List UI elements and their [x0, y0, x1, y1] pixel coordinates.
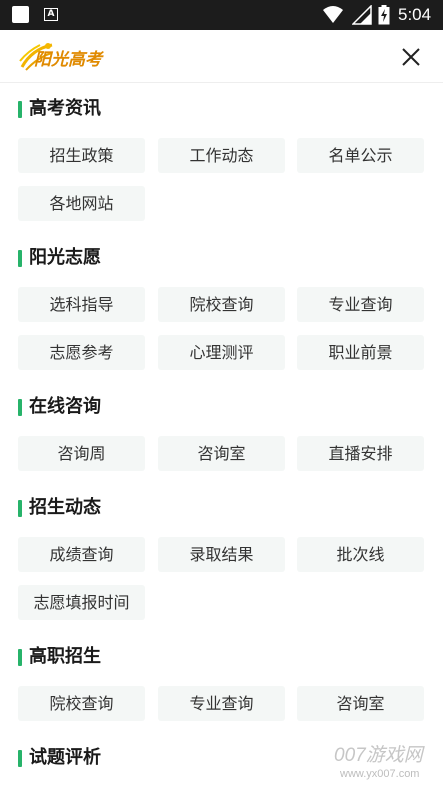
menu-item-career-prospects[interactable]: 职业前景	[297, 335, 424, 370]
section-accent-bar	[18, 399, 22, 416]
logo-text: 阳光高考	[34, 50, 102, 70]
status-bar: A 5:04	[0, 0, 443, 30]
section-accent-bar	[18, 250, 22, 267]
menu-item-vocational-consult-room[interactable]: 咨询室	[297, 686, 424, 721]
watermark: 007游戏网 www.yx007.com	[332, 740, 442, 784]
menu-item-application-time[interactable]: 志愿填报时间	[18, 585, 145, 620]
menu-item-admission-policy[interactable]: 招生政策	[18, 138, 145, 173]
app-header: 阳光高考	[0, 30, 443, 83]
section-accent-bar	[18, 500, 22, 517]
app-logo[interactable]: 阳光高考	[18, 39, 108, 73]
menu-item-work-news[interactable]: 工作动态	[158, 138, 285, 173]
watermark-main: 007游戏网	[334, 745, 423, 766]
menu-item-vocational-college-search[interactable]: 院校查询	[18, 686, 145, 721]
section-accent-bar	[18, 649, 22, 666]
a-icon: A	[44, 8, 58, 21]
menu-item-psych-test[interactable]: 心理测评	[158, 335, 285, 370]
menu-item-batch-line[interactable]: 批次线	[297, 537, 424, 572]
menu-item-college-search[interactable]: 院校查询	[158, 287, 285, 322]
menu-item-vocational-major-search[interactable]: 专业查询	[158, 686, 285, 721]
menu-item-public-lists[interactable]: 名单公示	[297, 138, 424, 173]
close-icon[interactable]	[397, 43, 425, 71]
section-accent-bar	[18, 750, 22, 767]
menu-item-major-search[interactable]: 专业查询	[297, 287, 424, 322]
watermark-url: www.yx007.com	[340, 768, 420, 780]
wifi-icon	[323, 6, 343, 23]
signal-icon	[352, 5, 372, 25]
menu-item-regional-sites[interactable]: 各地网站	[18, 186, 145, 221]
menu-item-volunteer-reference[interactable]: 志愿参考	[18, 335, 145, 370]
section-accent-bar	[18, 101, 22, 118]
menu-item-consult-week[interactable]: 咨询周	[18, 436, 145, 471]
notification-square-icon	[12, 6, 29, 23]
menu-item-score-query[interactable]: 成绩查询	[18, 537, 145, 572]
battery-charging-icon	[378, 5, 390, 25]
menu-item-admission-results[interactable]: 录取结果	[158, 537, 285, 572]
menu-item-live-schedule[interactable]: 直播安排	[297, 436, 424, 471]
menu-item-consult-room[interactable]: 咨询室	[158, 436, 285, 471]
clock-time: 5:04	[398, 5, 432, 24]
menu-item-subject-guidance[interactable]: 选科指导	[18, 287, 145, 322]
